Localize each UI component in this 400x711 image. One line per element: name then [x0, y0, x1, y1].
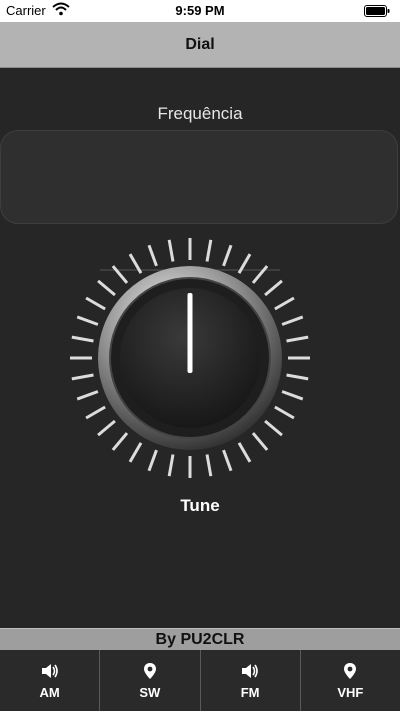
dial-tick	[128, 442, 143, 463]
dial-tick	[85, 405, 106, 420]
tab-sw[interactable]: SW	[100, 650, 201, 711]
dial-tick	[264, 279, 283, 297]
dial-tick	[111, 265, 129, 284]
dial-tick	[111, 432, 129, 451]
dial-tick	[85, 296, 106, 311]
status-bar: Carrier 9:59 PM	[0, 0, 400, 22]
page-title: Dial	[185, 35, 215, 53]
dial-tick	[286, 335, 309, 343]
tab-fm[interactable]: FM	[201, 650, 301, 711]
location-pin-icon	[140, 661, 160, 681]
battery-icon	[364, 5, 390, 20]
dial-tick	[274, 405, 295, 420]
dial-tick	[222, 449, 233, 472]
footer-credit: By PU2CLR	[155, 631, 245, 648]
dial-tick	[76, 390, 99, 401]
band-tab-bar: AM SW FM VHF	[0, 650, 400, 711]
main-content: Frequência Tune	[0, 68, 400, 628]
tab-vhf[interactable]: VHF	[301, 650, 400, 711]
dial-tick	[147, 244, 158, 267]
tab-label: FM	[240, 685, 260, 700]
dial-tick	[71, 335, 94, 343]
speaker-icon	[40, 661, 60, 681]
tab-label: SW	[139, 685, 161, 700]
speaker-icon	[240, 661, 260, 681]
navigation-bar: Dial	[0, 22, 400, 68]
dial-tick	[281, 390, 304, 401]
dial-tick	[205, 239, 213, 262]
frequency-label: Frequência	[157, 104, 243, 123]
frequency-display	[0, 130, 398, 224]
knob-graphic	[70, 238, 310, 478]
dial-tick	[281, 315, 304, 326]
dial-tick	[274, 296, 295, 311]
tab-label: VHF	[337, 685, 364, 700]
dial-tick	[237, 442, 252, 463]
dial-tick	[97, 419, 116, 437]
tab-am[interactable]: AM	[0, 650, 101, 711]
footer-bar: By PU2CLR	[0, 628, 400, 651]
dial-tick	[147, 449, 158, 472]
dial-tick	[167, 454, 175, 477]
knob-indicator	[187, 293, 193, 373]
dial-tick	[71, 373, 94, 381]
dial-tick	[251, 265, 269, 284]
tune-label: Tune	[180, 496, 220, 515]
tab-label: AM	[39, 685, 60, 700]
dial-tick	[222, 244, 233, 267]
dial-tick	[264, 419, 283, 437]
status-time: 9:59 PM	[175, 3, 225, 18]
dial-tick	[76, 315, 99, 326]
dial-tick	[97, 279, 116, 297]
dial-tick	[251, 432, 269, 451]
tune-knob[interactable]	[60, 228, 320, 488]
location-pin-icon	[340, 661, 360, 681]
dial-tick	[205, 454, 213, 477]
dial-tick	[286, 373, 309, 381]
dial-tick	[167, 239, 175, 262]
